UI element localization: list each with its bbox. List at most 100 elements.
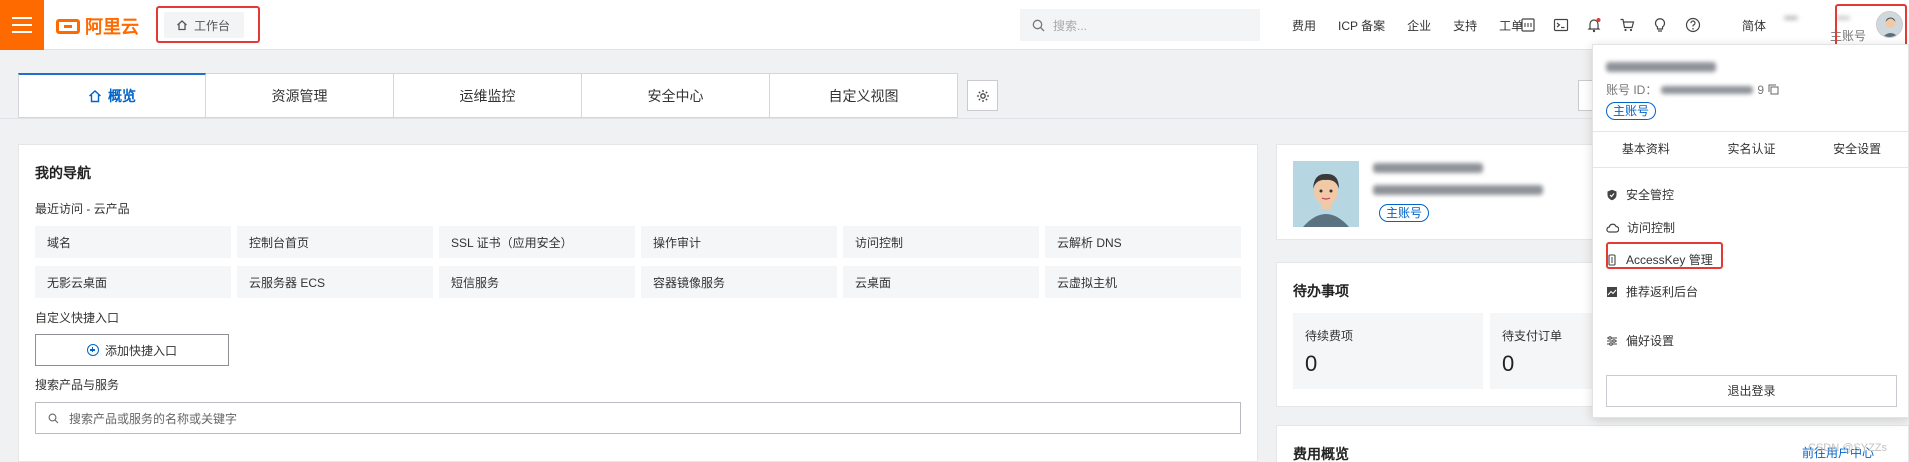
- tab-security-center[interactable]: 安全中心: [582, 73, 770, 118]
- todo-renewal-count: 0: [1305, 351, 1318, 376]
- tab-settings-button[interactable]: [967, 80, 998, 111]
- menu-item-referral-backend[interactable]: 推荐返利后台: [1606, 283, 1698, 300]
- bell-icon[interactable]: [1586, 17, 1602, 33]
- recent-item[interactable]: 域名: [35, 226, 231, 258]
- menu-item-label: 访问控制: [1627, 221, 1676, 235]
- top-bar: 阿里云 工作台 搜索... 费用 ICP 备案 企业 支持 工单 简体 主账号: [0, 0, 1909, 50]
- add-shortcut-label: 添加快捷入口: [104, 343, 177, 358]
- account-id-suffix: 9: [1757, 82, 1765, 97]
- security-settings-link[interactable]: 安全设置: [1804, 132, 1909, 167]
- avatar-highlight: [1835, 4, 1907, 47]
- workbench-highlight: [156, 6, 260, 43]
- real-name-auth-link[interactable]: 实名认证: [1699, 132, 1805, 167]
- profile-avatar: [1293, 161, 1359, 227]
- todo-renewal-label: 待续费项: [1305, 329, 1354, 343]
- recent-item[interactable]: 控制台首页: [237, 226, 433, 258]
- blurred-username: [1784, 16, 1798, 20]
- icp-icon[interactable]: [1520, 17, 1536, 33]
- logo-mark: [56, 18, 80, 34]
- nav-card-title: 我的导航: [35, 165, 91, 181]
- my-navigation-card: 我的导航 最近访问 - 云产品 域名 控制台首页 SSL 证书（应用安全） 操作…: [18, 144, 1258, 462]
- tab-resources[interactable]: 资源管理: [206, 73, 394, 118]
- tab-resources-label: 资源管理: [271, 87, 328, 104]
- global-search[interactable]: 搜索...: [1020, 9, 1260, 41]
- logout-button[interactable]: 退出登录: [1606, 375, 1897, 407]
- profile-card: 主账号: [1276, 144, 1596, 240]
- account-id-row: 账号 ID： 9: [1606, 81, 1779, 98]
- terminal-icon[interactable]: [1553, 17, 1569, 33]
- account-dropdown: 账号 ID： 9 主账号 基本资料 实名认证 安全设置 安全管控 访问控制 Ac…: [1592, 44, 1909, 418]
- tab-overview[interactable]: 概览: [18, 73, 206, 118]
- recent-item[interactable]: 云桌面: [843, 266, 1039, 298]
- nav-link-icp[interactable]: ICP 备案: [1327, 17, 1396, 34]
- top-nav-links: 费用 ICP 备案 企业 支持 工单: [1281, 0, 1534, 50]
- tab-custom-label: 自定义视图: [828, 87, 899, 104]
- search-placeholder: 搜索...: [1053, 18, 1088, 33]
- language-switch[interactable]: 简体: [1742, 17, 1766, 34]
- blurred-dropdown-username: [1606, 62, 1716, 72]
- menu-item-security-control[interactable]: 安全管控: [1606, 186, 1674, 203]
- todo-unpaid-label: 待支付订单: [1502, 329, 1563, 343]
- add-shortcut-button[interactable]: 添加快捷入口: [35, 334, 229, 366]
- home-icon: [89, 90, 101, 103]
- sliders-icon: [1607, 335, 1617, 346]
- search-icon: [1032, 19, 1045, 31]
- recent-item[interactable]: 云服务器 ECS: [237, 266, 433, 298]
- account-id-label: 账号 ID：: [1606, 83, 1658, 97]
- gear-icon: [976, 89, 989, 102]
- recent-item[interactable]: 短信服务: [439, 266, 635, 298]
- main-account-badge: 主账号: [1379, 204, 1430, 222]
- todo-card: 待办事项 待续费项 0 待支付订单 0: [1276, 262, 1680, 407]
- nav-link-fees[interactable]: 费用: [1281, 17, 1327, 34]
- product-search-placeholder: 搜索产品或服务的名称或关键字: [69, 411, 238, 426]
- tab-ops-label: 运维监控: [459, 87, 516, 104]
- search-icon: [48, 413, 59, 423]
- menu-item-preferences[interactable]: 偏好设置: [1606, 332, 1674, 349]
- todo-renewal-item[interactable]: 待续费项 0: [1293, 313, 1483, 389]
- recent-item[interactable]: 操作审计: [641, 226, 837, 258]
- plus-circle-icon: [86, 344, 99, 356]
- lightbulb-icon[interactable]: [1652, 17, 1668, 33]
- nav-link-support[interactable]: 支持: [1442, 17, 1488, 34]
- basic-info-link[interactable]: 基本资料: [1593, 132, 1699, 167]
- aliyun-logo[interactable]: 阿里云: [56, 13, 139, 39]
- recent-item[interactable]: 容器镜像服务: [641, 266, 837, 298]
- recent-item[interactable]: 无影云桌面: [35, 266, 231, 298]
- product-search-input[interactable]: 搜索产品或服务的名称或关键字: [35, 402, 1241, 434]
- cart-icon[interactable]: [1619, 17, 1635, 33]
- recent-item[interactable]: SSL 证书（应用安全）: [439, 226, 635, 258]
- shield-icon: [1607, 189, 1617, 200]
- help-icon[interactable]: [1685, 17, 1701, 33]
- recent-item[interactable]: 访问控制: [843, 226, 1039, 258]
- recent-products-label: 最近访问 - 云产品: [35, 202, 130, 216]
- menu-item-access-control[interactable]: 访问控制: [1606, 219, 1675, 236]
- custom-shortcut-label: 自定义快捷入口: [35, 311, 120, 325]
- dropdown-main-account-badge: 主账号: [1606, 102, 1657, 120]
- recent-item[interactable]: 云虚拟主机: [1045, 266, 1241, 298]
- gift-icon: [1607, 286, 1617, 297]
- logo-text: 阿里云: [85, 17, 139, 37]
- cloud-icon: [1606, 223, 1619, 233]
- hamburger-icon[interactable]: [0, 0, 44, 50]
- tab-ops-monitoring[interactable]: 运维监控: [394, 73, 582, 118]
- nav-link-enterprise[interactable]: 企业: [1396, 17, 1442, 34]
- tab-overview-label: 概览: [108, 88, 136, 104]
- fee-card-title: 费用概览: [1293, 446, 1349, 462]
- recent-products-grid: 域名 控制台首页 SSL 证书（应用安全） 操作审计 访问控制 云解析 DNS …: [35, 226, 1241, 298]
- todo-card-title: 待办事项: [1293, 283, 1349, 299]
- recent-item[interactable]: 云解析 DNS: [1045, 226, 1241, 258]
- menu-item-label: 推荐返利后台: [1626, 285, 1699, 299]
- tab-security-label: 安全中心: [647, 87, 704, 104]
- menu-item-label: 安全管控: [1626, 188, 1675, 202]
- blurred-account-name: [1373, 163, 1483, 173]
- copy-icon[interactable]: [1768, 84, 1779, 95]
- blurred-account-email: [1373, 185, 1543, 195]
- account-settings-tabs: 基本资料 实名认证 安全设置: [1593, 131, 1909, 168]
- dashboard-tabs: 概览 资源管理 运维监控 安全中心 自定义视图: [18, 73, 958, 118]
- top-nav-icons: [1520, 0, 1701, 50]
- menu-item-label: 偏好设置: [1626, 334, 1675, 348]
- tab-custom-view[interactable]: 自定义视图: [770, 73, 958, 118]
- accesskey-highlight: [1606, 242, 1723, 269]
- watermark: CSDN @SYZZs: [1808, 442, 1888, 454]
- blurred-account-id: [1661, 85, 1754, 94]
